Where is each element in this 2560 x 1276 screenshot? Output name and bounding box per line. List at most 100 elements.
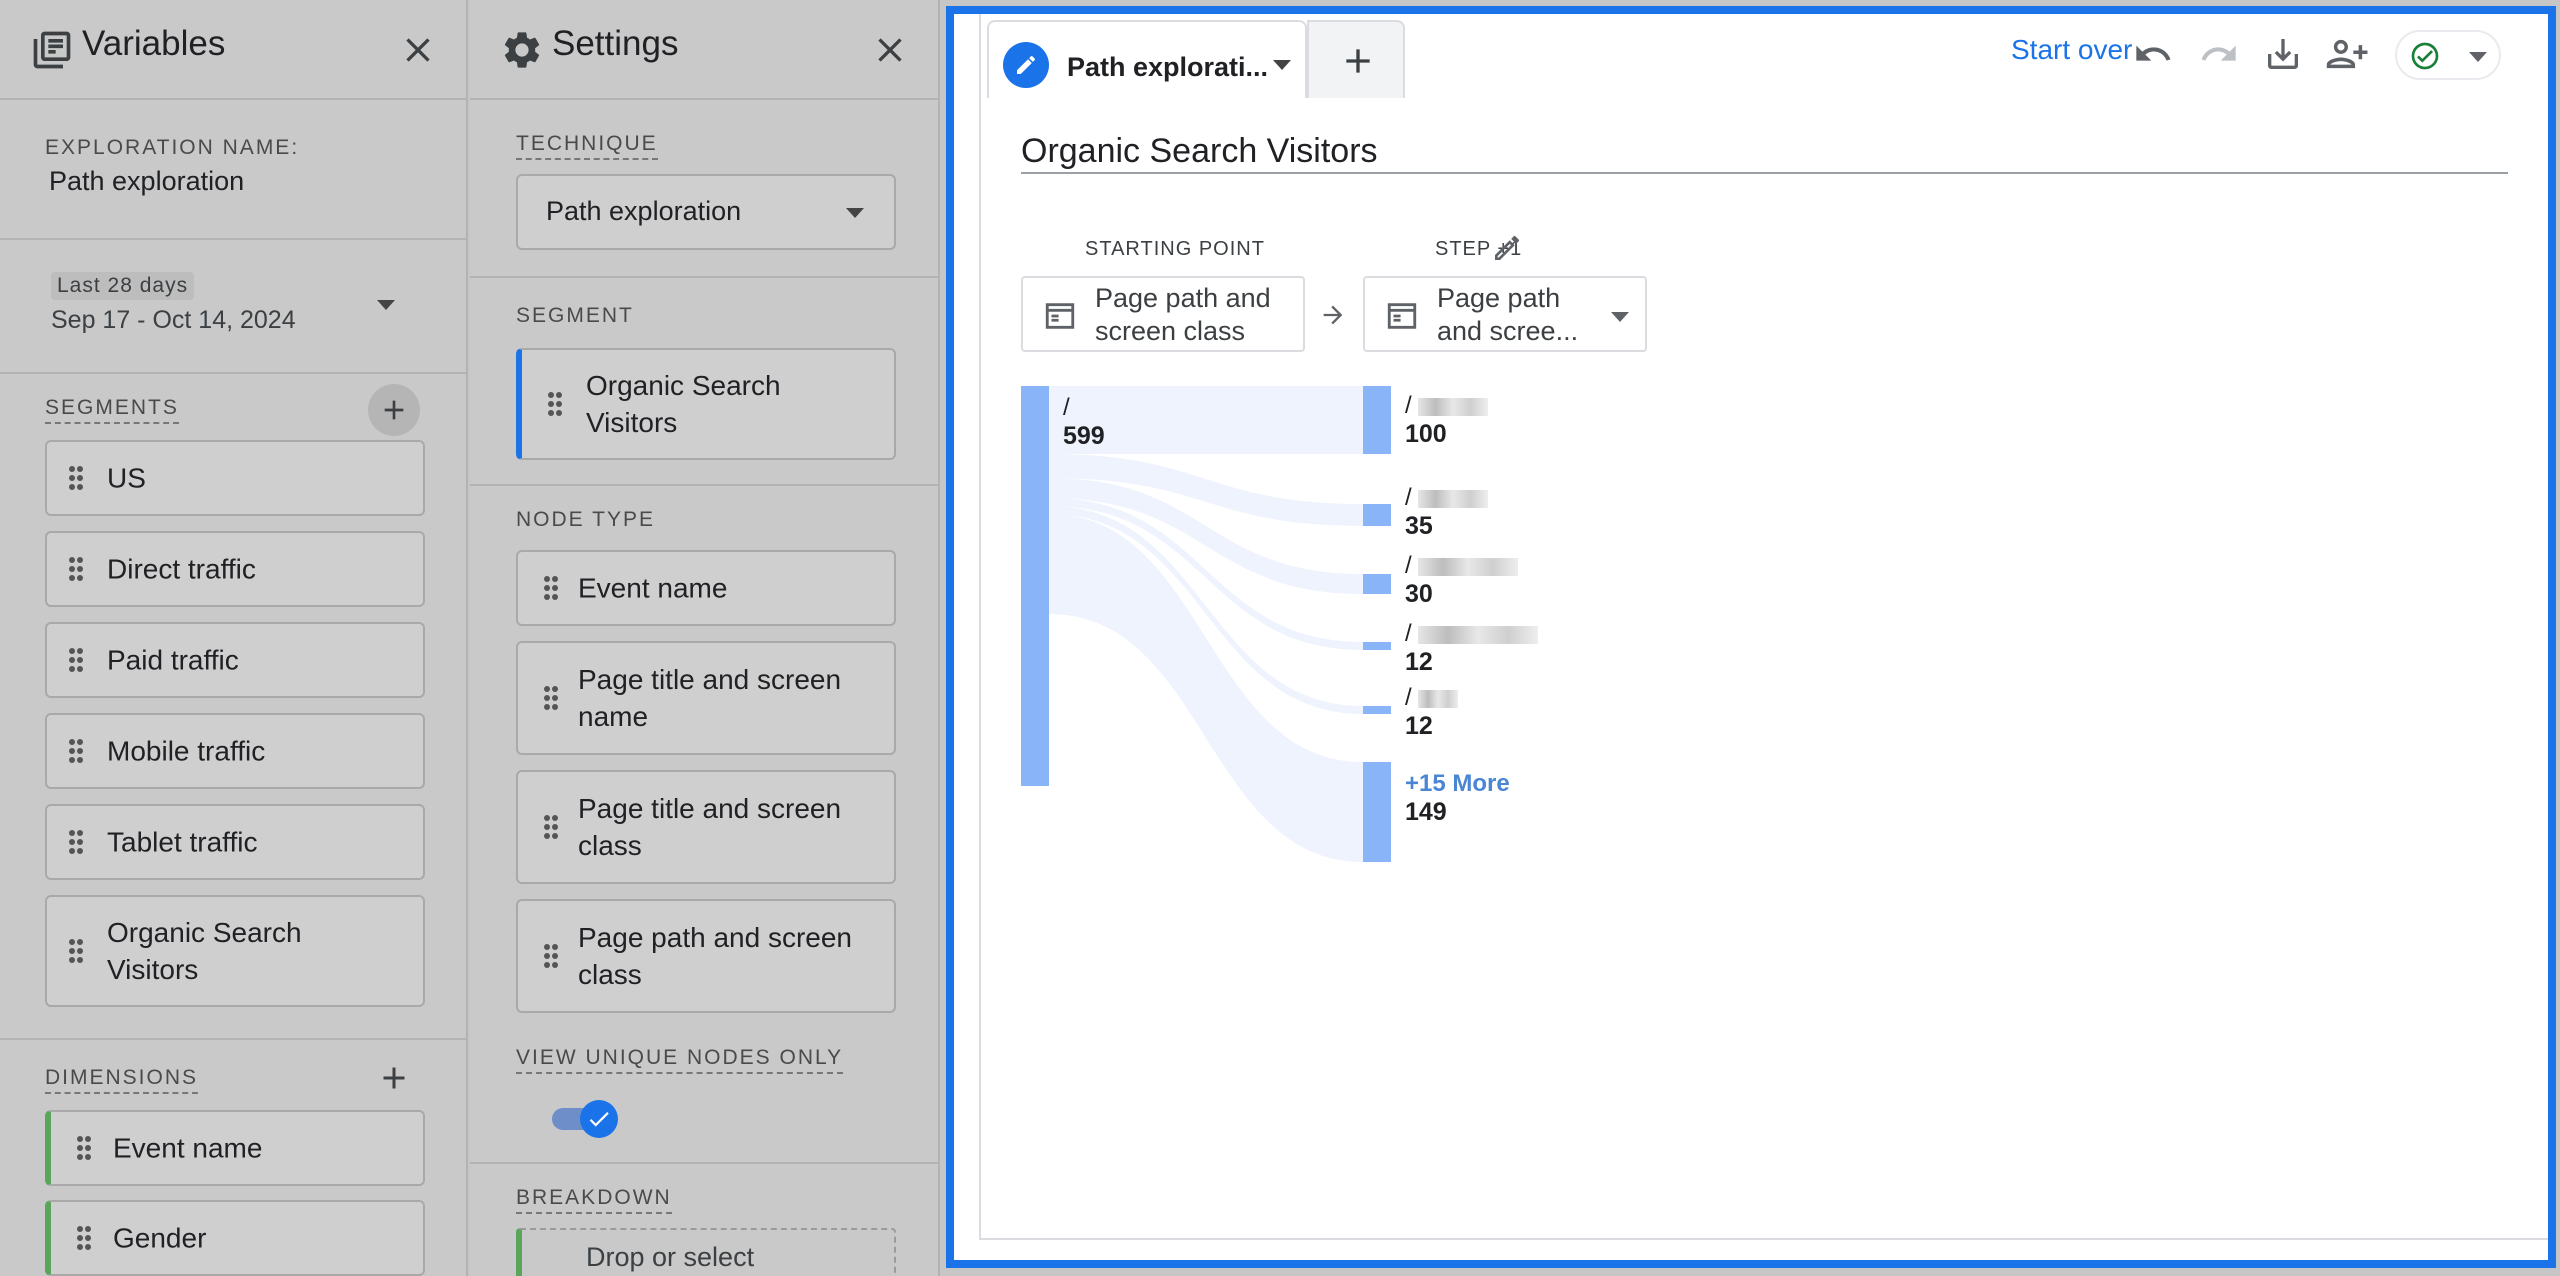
step1-node-label: / 12 [1405, 684, 1458, 741]
step1-node-bar[interactable] [1363, 386, 1391, 454]
drag-handle-icon[interactable] [544, 944, 558, 968]
redacted-text [1417, 489, 1488, 508]
node-type-label-text: Page title and screen name [578, 664, 842, 732]
exploration-name-label: EXPLORATION NAME: [45, 136, 300, 159]
dimensions-label: DIMENSIONS [45, 1066, 199, 1094]
undo-icon[interactable] [2133, 34, 2173, 74]
applied-segment-chip[interactable]: Organic Search Visitors [516, 348, 896, 460]
redo-icon[interactable] [2199, 34, 2239, 74]
step1-node-bar[interactable] [1363, 706, 1391, 714]
drag-handle-icon[interactable] [544, 686, 558, 710]
more-nodes-link[interactable]: +15 More [1405, 770, 1510, 797]
share-users-icon[interactable] [2325, 32, 2371, 76]
save-status-button[interactable] [2395, 30, 2501, 80]
drag-handle-icon[interactable] [77, 1226, 91, 1250]
date-range-picker[interactable]: Last 28 days Sep 17 - Oct 14, 2024 [45, 262, 385, 342]
segment-chip-paid-traffic[interactable]: Paid traffic [45, 622, 425, 698]
step1-node-bar[interactable] [1363, 504, 1391, 526]
drag-handle-icon[interactable] [544, 576, 558, 600]
starting-node-label: / 599 [1063, 394, 1105, 451]
segments-label: SEGMENTS [45, 396, 179, 424]
node-path: / [1405, 684, 1412, 711]
date-range-preset: Last 28 days [51, 272, 195, 300]
node-path: / [1405, 552, 1412, 579]
divider [470, 276, 938, 278]
drag-handle-icon[interactable] [69, 648, 83, 672]
check-circle-icon [2411, 42, 2439, 70]
date-range-dropdown-icon[interactable] [377, 300, 395, 310]
starting-node-bar[interactable] [1021, 386, 1049, 786]
node-type-page-title-screen-class[interactable]: Page title and screen class [516, 770, 896, 884]
redacted-text [1417, 625, 1538, 644]
segment-chip-label: Organic Search Visitors [107, 917, 302, 985]
add-segment-button[interactable] [368, 384, 420, 436]
breakdown-drop-zone[interactable]: Drop or select [516, 1228, 896, 1276]
divider [0, 372, 466, 374]
step1-more-node-bar[interactable] [1363, 762, 1391, 862]
chevron-down-icon [846, 208, 864, 218]
node-type-event-name[interactable]: Event name [516, 550, 896, 626]
variables-header: Variables [0, 0, 466, 100]
path-flow-ribbon [1049, 514, 1363, 862]
segment-chip-direct-traffic[interactable]: Direct traffic [45, 531, 425, 607]
step1-node-label: / 35 [1405, 484, 1488, 541]
date-range-text: Sep 17 - Oct 14, 2024 [51, 306, 296, 334]
drag-handle-icon[interactable] [69, 739, 83, 763]
step1-node-label: / 30 [1405, 552, 1518, 609]
drag-handle-icon[interactable] [548, 392, 562, 416]
drag-handle-icon[interactable] [544, 815, 558, 839]
download-icon[interactable] [2263, 34, 2303, 74]
step1-node-label: / 100 [1405, 392, 1488, 449]
divider [470, 1162, 938, 1164]
drag-handle-icon[interactable] [69, 557, 83, 581]
node-type-label-text: Page path and screen class [578, 922, 852, 990]
close-icon[interactable] [870, 30, 910, 70]
step1-node-label: / 12 [1405, 620, 1538, 677]
dimension-chip-label: Gender [113, 1222, 207, 1254]
node-count: 30 [1405, 580, 1433, 608]
node-count: 599 [1063, 422, 1105, 450]
segment-chip-tablet-traffic[interactable]: Tablet traffic [45, 804, 425, 880]
step1-more-node-label: +15 More 149 [1405, 770, 1510, 827]
drag-handle-icon[interactable] [69, 466, 83, 490]
redacted-text [1417, 397, 1488, 416]
drag-handle-icon[interactable] [69, 830, 83, 854]
node-path: / [1405, 620, 1412, 647]
segment-chip-organic-search[interactable]: Organic Search Visitors [45, 895, 425, 1007]
segment-chip-label: Mobile traffic [107, 735, 266, 767]
dimension-chip-gender[interactable]: Gender [45, 1200, 425, 1276]
drag-handle-icon[interactable] [69, 939, 83, 963]
unique-nodes-toggle[interactable] [552, 1100, 618, 1138]
exploration-name-input[interactable]: Path exploration [49, 166, 244, 197]
node-count: 100 [1405, 420, 1447, 448]
node-type-label: NODE TYPE [516, 508, 655, 531]
segment-chip-mobile-traffic[interactable]: Mobile traffic [45, 713, 425, 789]
drag-handle-icon[interactable] [77, 1136, 91, 1160]
start-over-button[interactable]: Start over [2011, 34, 2132, 66]
segment-chip-label: Tablet traffic [107, 826, 258, 858]
variables-panel: Variables EXPLORATION NAME: Path explora… [0, 0, 468, 1276]
node-type-label-text: Page title and screen class [578, 793, 842, 861]
step1-node-bar[interactable] [1363, 642, 1391, 650]
node-type-page-path-screen-class[interactable]: Page path and screen class [516, 899, 896, 1013]
redacted-text [1417, 557, 1518, 576]
segment-chip-label: Direct traffic [107, 553, 256, 585]
variables-icon [33, 31, 71, 69]
segment-label: SEGMENT [516, 304, 634, 327]
segment-chip-label: US [107, 462, 146, 494]
exploration-canvas: Path explorati... Start over Organic Sea… [946, 6, 2556, 1268]
divider [470, 484, 938, 486]
breakdown-placeholder: Drop or select [586, 1242, 755, 1272]
gear-icon [504, 32, 540, 68]
node-path: / [1063, 394, 1070, 421]
technique-value: Path exploration [546, 196, 742, 226]
dimension-chip-event-name[interactable]: Event name [45, 1110, 425, 1186]
canvas-content: Path explorati... Start over Organic Sea… [979, 14, 2548, 1240]
node-path: / [1405, 484, 1412, 511]
segment-chip-us[interactable]: US [45, 440, 425, 516]
node-type-page-title-screen-name[interactable]: Page title and screen name [516, 641, 896, 755]
add-dimension-icon[interactable] [376, 1060, 412, 1096]
step1-node-bar[interactable] [1363, 574, 1391, 594]
technique-dropdown[interactable]: Path exploration [516, 174, 896, 250]
close-icon[interactable] [398, 30, 438, 70]
